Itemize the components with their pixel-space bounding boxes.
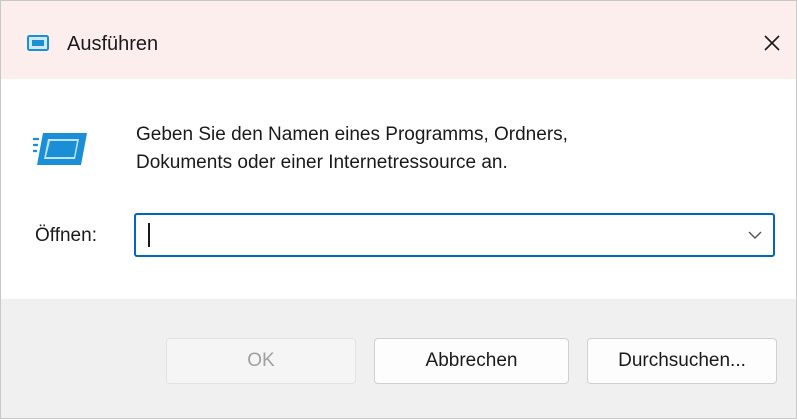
- description-line-2: Dokuments oder einer Internetressource a…: [136, 152, 508, 173]
- dialog-description: Geben Sie den Namen eines Programms, Ord…: [136, 121, 568, 177]
- browse-button[interactable]: Durchsuchen...: [587, 338, 777, 384]
- dropdown-button[interactable]: [743, 223, 767, 247]
- run-dialog: Ausführen Geben Sie den Namen eines Prog…: [0, 0, 797, 419]
- open-input[interactable]: [146, 221, 730, 251]
- open-label: Öffnen:: [35, 225, 97, 246]
- ok-button[interactable]: OK: [166, 338, 356, 384]
- title-bar: Ausführen: [1, 1, 796, 79]
- text-cursor: [148, 223, 150, 247]
- button-bar: OK Abbrechen Durchsuchen...: [1, 299, 796, 418]
- close-icon: [764, 35, 780, 51]
- run-program-icon: [33, 133, 87, 165]
- close-button[interactable]: [749, 23, 795, 63]
- chevron-down-icon: [748, 231, 762, 239]
- description-line-1: Geben Sie den Namen eines Programms, Ord…: [136, 124, 568, 145]
- dialog-content: Geben Sie den Namen eines Programms, Ord…: [1, 79, 796, 299]
- window-title: Ausführen: [67, 33, 159, 55]
- cancel-button[interactable]: Abbrechen: [374, 338, 569, 384]
- open-combobox[interactable]: [134, 213, 775, 257]
- run-icon: [27, 35, 49, 51]
